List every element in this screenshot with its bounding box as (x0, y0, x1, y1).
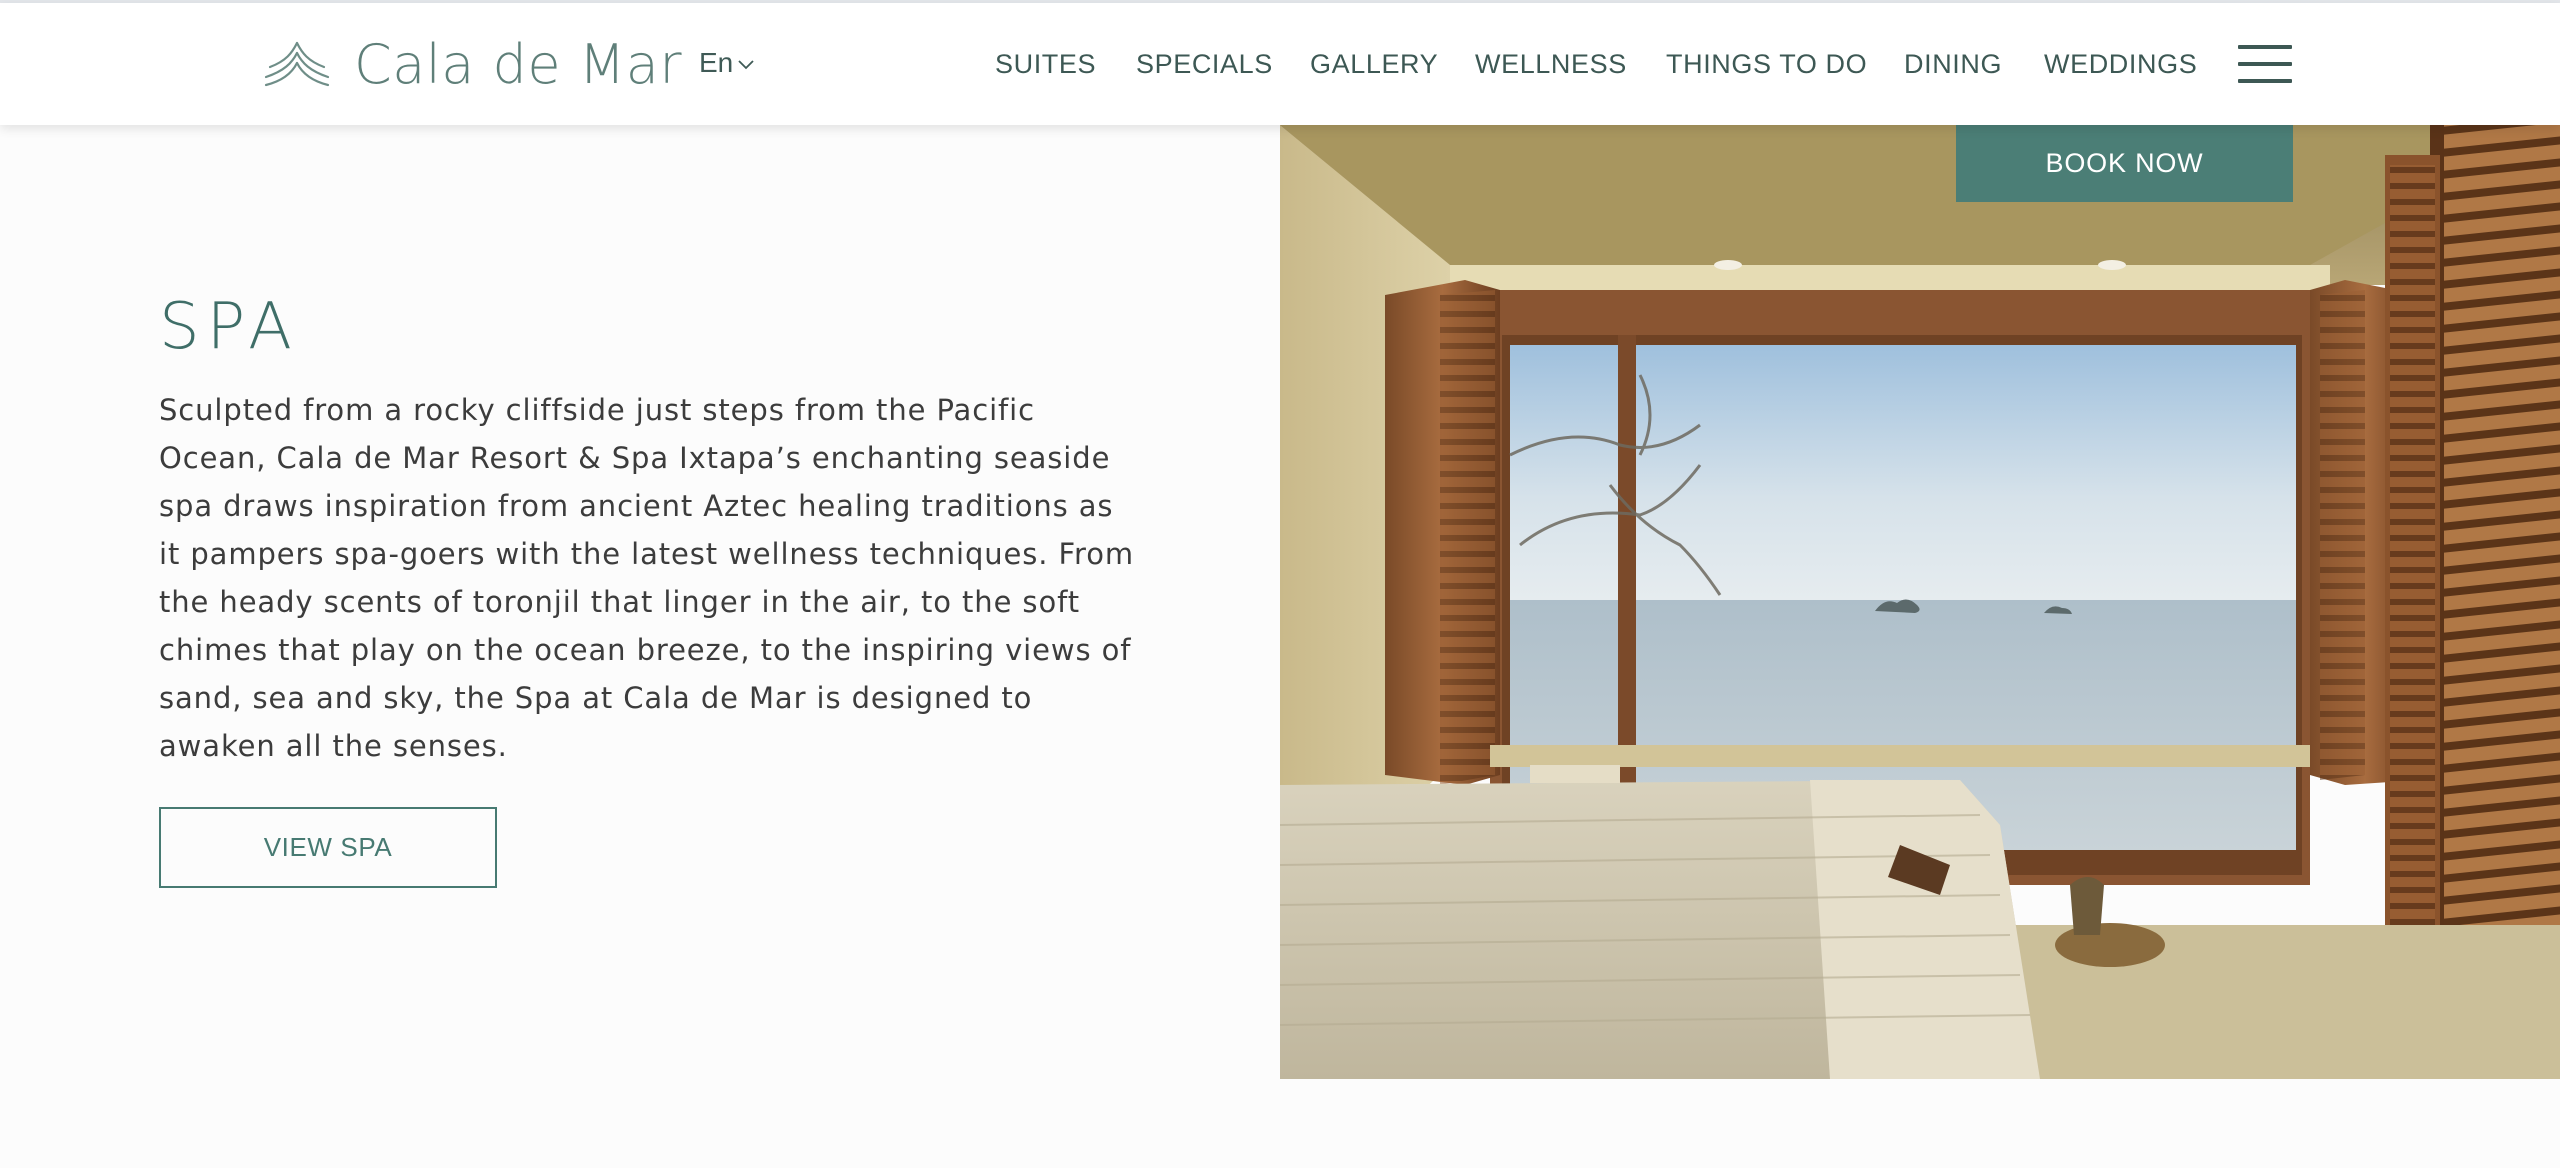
nav-item-wellness[interactable]: WELLNESS (1475, 49, 1627, 80)
hamburger-menu-icon[interactable] (2238, 45, 2292, 83)
nav-item-suites[interactable]: SUITES (995, 49, 1096, 80)
nav-item-things-to-do[interactable]: THINGS TO DO (1666, 49, 1867, 80)
main-navigation: SUITES SPECIALS GALLERY WELLNESS THINGS … (0, 3, 2560, 125)
nav-item-dining[interactable]: DINING (1904, 49, 2002, 80)
book-now-button[interactable]: BOOK NOW (1956, 125, 2293, 202)
nav-item-specials[interactable]: SPECIALS (1136, 49, 1273, 80)
nav-item-weddings[interactable]: WEDDINGS (2044, 49, 2197, 80)
spa-room-photo (1280, 125, 2560, 1079)
view-spa-button[interactable]: VIEW SPA (159, 807, 497, 888)
spa-heading: SPA (159, 290, 299, 364)
site-header: Cala de Mar En SUITES SPECIALS GALLERY W… (0, 3, 2560, 125)
nav-item-gallery[interactable]: GALLERY (1310, 49, 1438, 80)
spa-description: Sculpted from a rocky cliffside just ste… (159, 393, 1134, 763)
